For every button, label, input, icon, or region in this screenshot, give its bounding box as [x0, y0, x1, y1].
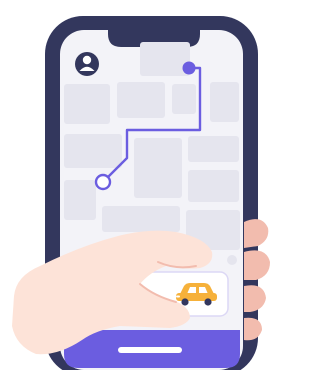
ride-hailing-illustration	[12, 16, 270, 370]
destination-pin-icon	[182, 61, 196, 75]
home-indicator	[118, 347, 182, 353]
user-avatar-icon[interactable]	[75, 52, 99, 76]
origin-pin-icon	[94, 173, 112, 191]
map-marker	[227, 255, 237, 265]
